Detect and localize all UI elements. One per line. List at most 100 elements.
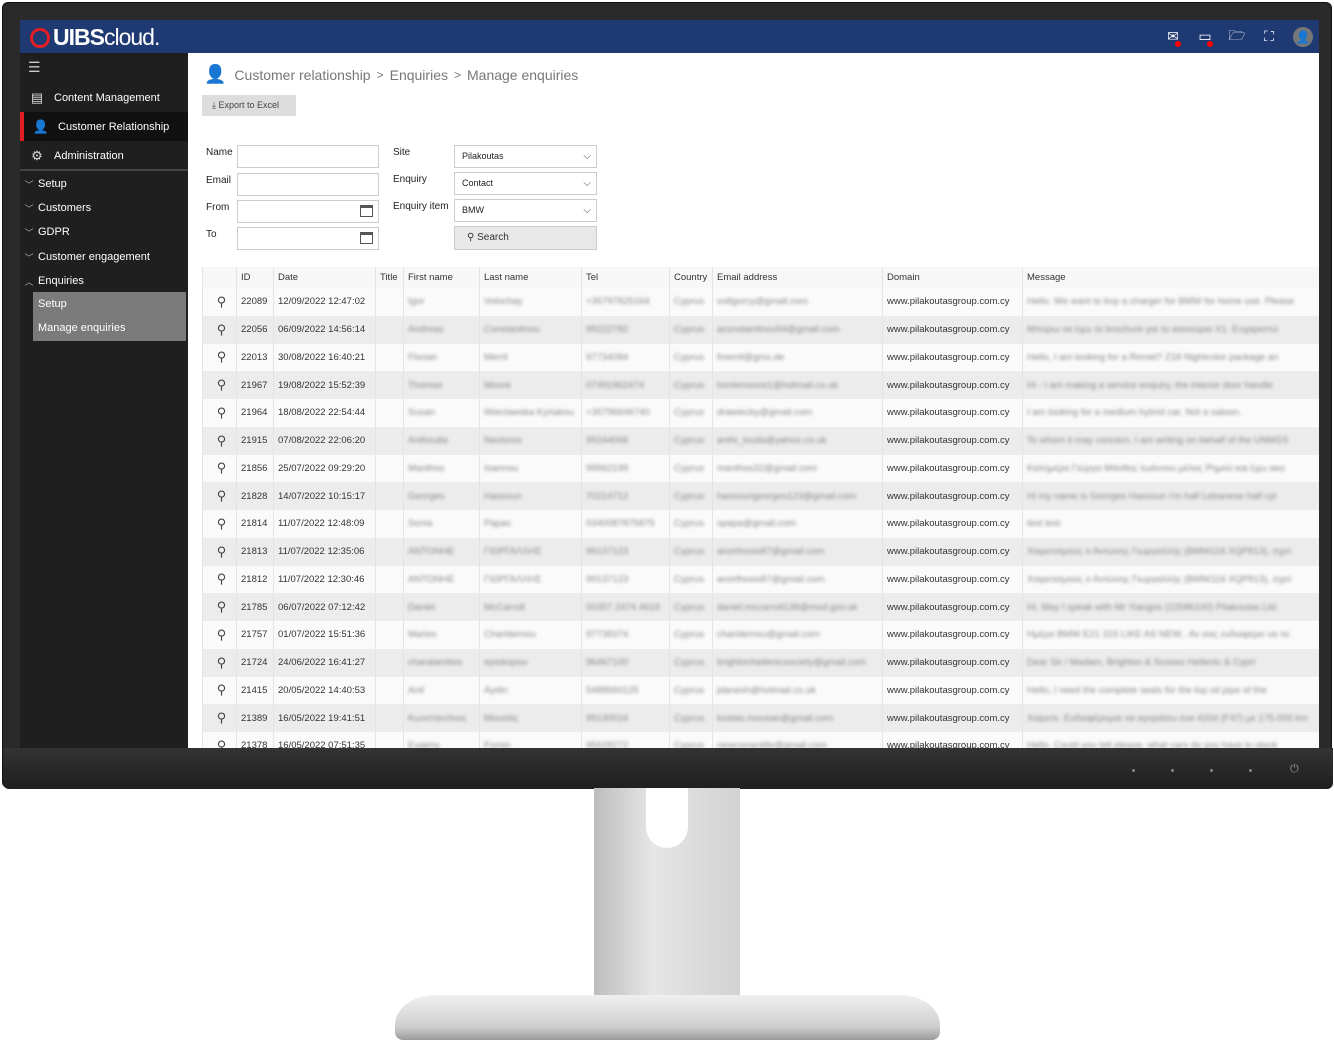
cell-first-name: Georges	[403, 482, 480, 510]
view-details-icon[interactable]: ⚲	[202, 371, 237, 399]
view-details-icon[interactable]: ⚲	[202, 648, 237, 677]
table-row[interactable]: ⚲ 21856 25/07/2022 09:29:20 Manthos Ioannou 9…	[202, 454, 1319, 483]
user-avatar-icon[interactable]: 👤	[1293, 26, 1313, 47]
sidebar-section-customer-engagement[interactable]: ﹀ Customer engagement	[20, 245, 188, 269]
cell-date: 30/08/2022 16:40:21	[273, 343, 376, 372]
cell-title	[375, 537, 404, 566]
sidebar-section-customers[interactable]: ﹀ Customers	[20, 196, 188, 220]
cell-domain: www.pilakoutasgroup.com.cy	[882, 676, 1023, 705]
cell-title	[375, 482, 404, 510]
table-row[interactable]: ⚲ 21967 19/08/2022 15:52:39 Thomas Moore 0749…	[202, 371, 1319, 399]
email-input[interactable]	[237, 173, 379, 196]
view-details-icon[interactable]: ⚲	[202, 593, 237, 621]
view-details-icon[interactable]: ⚲	[202, 537, 237, 566]
site-select[interactable]: Pilakoutas ⌵	[454, 145, 597, 168]
sidebar-section-gdpr[interactable]: ﹀ GDPR	[20, 220, 188, 244]
enquiry-label: Enquiry	[393, 174, 427, 185]
cell-title	[375, 454, 404, 483]
cell-country: Cyprus	[669, 371, 713, 399]
to-date-input[interactable]	[237, 227, 379, 250]
view-details-icon[interactable]: ⚲	[202, 315, 237, 344]
column-header[interactable]: Last name	[479, 267, 582, 288]
table-row[interactable]: ⚲ 21828 14/07/2022 10:15:17 Georges Hassoun 7…	[202, 482, 1319, 510]
view-details-icon[interactable]: ⚲	[202, 704, 237, 732]
table-row[interactable]: ⚲ 21915 07/08/2022 22:06:20 Anthoulla Nestor…	[202, 426, 1319, 455]
hamburger-menu-icon[interactable]: ☰	[28, 59, 41, 76]
column-header[interactable]: Country	[669, 267, 713, 288]
cell-domain: www.pilakoutasgroup.com.cy	[882, 537, 1023, 566]
column-header[interactable]	[202, 267, 237, 288]
view-details-icon[interactable]: ⚲	[202, 426, 237, 455]
sidebar-item-content-management[interactable]: ▤ Content Management	[20, 83, 188, 112]
view-details-icon[interactable]: ⚲	[202, 676, 237, 705]
view-details-icon[interactable]: ⚲	[202, 288, 237, 316]
cell-tel: +35796646740	[581, 399, 670, 427]
view-details-icon[interactable]: ⚲	[202, 565, 237, 594]
cell-first-name: ANTONHE	[403, 537, 480, 566]
enquiry-item-select[interactable]: BMW ⌵	[454, 199, 597, 222]
cell-email: anorthosis87@gmail.com	[712, 537, 883, 566]
table-row[interactable]: ⚲ 21785 06/07/2022 07:12:42 Daniel McCarroll…	[202, 593, 1319, 621]
cell-id: 21389	[236, 704, 274, 732]
table-row[interactable]: ⚲ 21813 11/07/2022 12:35:06 ANTONHE ΓΙΩΡΓΑΛΛ…	[202, 537, 1319, 566]
column-header[interactable]: ID	[236, 267, 274, 288]
calendar-icon[interactable]	[360, 205, 373, 217]
column-header[interactable]: Date	[273, 267, 376, 288]
table-row[interactable]: ⚲ 21812 11/07/2022 12:30:46 ANTONHE ΓΙΩΡΓΑΛΛ…	[202, 565, 1319, 594]
cell-domain: www.pilakoutasgroup.com.cy	[882, 510, 1023, 538]
cell-first-name: Andreas	[403, 315, 480, 344]
from-date-input[interactable]	[237, 200, 379, 223]
sidebar-subitem-manage-enquiries[interactable]: Manage enquiries	[33, 316, 186, 340]
column-header[interactable]: Tel	[581, 267, 670, 288]
cell-message: Hi my name is Georges Hassoun I'm half L…	[1022, 482, 1319, 510]
view-details-icon[interactable]: ⚲	[202, 454, 237, 483]
column-header[interactable]: Email address	[712, 267, 883, 288]
fullscreen-icon[interactable]: ⛶	[1253, 28, 1285, 45]
table-row[interactable]: ⚲ 21757 01/07/2022 15:51:36 Marios Charidemo…	[202, 621, 1319, 649]
enquiry-select[interactable]: Contact ⌵	[454, 172, 597, 195]
table-row[interactable]: ⚲ 21415 20/05/2022 14:40:53 Anil Aydin 548856…	[202, 676, 1319, 705]
top-bar: UIBS cloud. ✉ ▭ 🗁 ⛶ 👤	[20, 20, 1319, 53]
sidebar-item-customer-relationship[interactable]: 👤 Customer Relationship	[20, 112, 188, 141]
cell-date: 24/06/2022 16:41:27	[273, 648, 376, 677]
card-icon[interactable]: ▭	[1189, 28, 1221, 47]
cell-title	[375, 315, 404, 344]
table-row[interactable]: ⚲ 21964 18/08/2022 22:54:44 Susan Wieclawska…	[202, 399, 1319, 427]
table-row[interactable]: ⚲ 21724 24/06/2022 16:41:27 charalambos epis…	[202, 648, 1319, 677]
table-row[interactable]: ⚲ 22089 12/09/2022 12:47:02 Igor Volochay +35…	[202, 288, 1319, 316]
breadcrumb-item[interactable]: Customer relationship	[234, 67, 370, 83]
view-details-icon[interactable]: ⚲	[202, 482, 237, 510]
export-to-excel-button[interactable]: ⤓ Export to Excel	[202, 95, 296, 116]
column-header[interactable]: Domain	[882, 267, 1023, 288]
search-button[interactable]: ⚲ Search	[454, 226, 597, 250]
folder-icon[interactable]: 🗁	[1221, 25, 1253, 49]
calendar-icon[interactable]	[360, 232, 373, 244]
column-header[interactable]: Title	[375, 267, 404, 288]
column-header[interactable]: Message	[1022, 267, 1319, 288]
view-details-icon[interactable]: ⚲	[202, 399, 237, 427]
table-row[interactable]: ⚲ 21389 16/05/2022 19:41:51 Κωνσταντίνος Μου…	[202, 704, 1319, 732]
view-details-icon[interactable]: ⚲	[202, 621, 237, 649]
sidebar-section-enquiries[interactable]: ︿ Enquiries	[20, 269, 188, 293]
cell-email: tomlemoore1@hotmail.co.uk	[712, 371, 883, 399]
cell-domain: www.pilakoutasgroup.com.cy	[882, 565, 1023, 594]
table-row[interactable]: ⚲ 22056 06/09/2022 14:56:14 Andreas Constant…	[202, 315, 1319, 344]
table-row[interactable]: ⚲ 21814 11/07/2022 12:48:09 Sonia Papas 03400…	[202, 510, 1319, 538]
breadcrumb-item[interactable]: Enquiries	[390, 67, 448, 83]
uibs-cloud-logo[interactable]: UIBS cloud.	[30, 24, 160, 51]
cell-domain: www.pilakoutasgroup.com.cy	[882, 288, 1023, 316]
sidebar-subitem-setup[interactable]: Setup	[33, 292, 186, 316]
mail-icon[interactable]: ✉	[1157, 28, 1189, 47]
view-details-icon[interactable]: ⚲	[202, 343, 237, 372]
name-input[interactable]	[237, 145, 379, 168]
screen: UIBS cloud. ✉ ▭ 🗁 ⛶ 👤 ☰ ▤ Content Manageme…	[20, 20, 1319, 750]
sidebar-item-administration[interactable]: ⚙ Administration	[20, 141, 188, 170]
cell-first-name: Igor	[403, 288, 480, 316]
table-row[interactable]: ⚲ 22013 30/08/2022 16:40:21 Florian Merril 97…	[202, 343, 1319, 372]
sidebar-section-setup[interactable]: ﹀ Setup	[20, 172, 188, 196]
column-header[interactable]: First name	[403, 267, 480, 288]
view-details-icon[interactable]: ⚲	[202, 510, 237, 538]
cell-email: kostas.mousas@gmail.com	[712, 704, 883, 732]
cell-country: Cyprus	[669, 537, 713, 566]
cell-last-name: ΓΙΩΡΓΑΛΛΗΣ	[479, 565, 582, 594]
